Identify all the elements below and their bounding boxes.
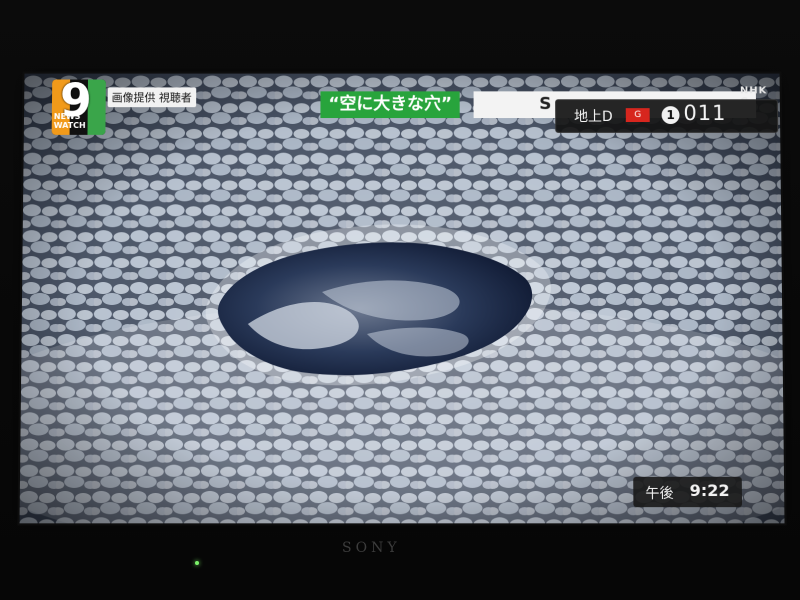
channel-info-box: 地上D G 1 011 xyxy=(555,99,779,133)
clock-period: 午後 xyxy=(645,485,674,503)
remote-key-icon: 1 xyxy=(661,106,680,124)
image-credit-label: 画像提供 視聴者 xyxy=(107,87,196,108)
channel-number: 011 xyxy=(683,101,727,125)
tv-brand-logo: SONY xyxy=(342,540,401,556)
sky-with-cloud-hole xyxy=(19,73,785,524)
tv-screen: 9 NEWS WATCH 画像提供 視聴者 S “空に大きな穴” NHK G 地… xyxy=(19,73,785,524)
channel-badge: G xyxy=(625,108,650,123)
headline-continuation-text: S xyxy=(539,94,552,115)
photo-root: 9 NEWS WATCH 画像提供 視聴者 S “空に大きな穴” NHK G 地… xyxy=(0,0,800,600)
clock-box: 午後 9:22 xyxy=(633,476,743,508)
program-logo: 9 NEWS WATCH xyxy=(51,79,106,135)
channel-type-label: 地上D xyxy=(574,109,613,125)
power-led-icon xyxy=(195,561,199,565)
program-logo-text: NEWS WATCH xyxy=(53,112,86,130)
headline-caption: “空に大きな穴” xyxy=(320,91,461,119)
clock-time: 9:22 xyxy=(689,480,730,501)
